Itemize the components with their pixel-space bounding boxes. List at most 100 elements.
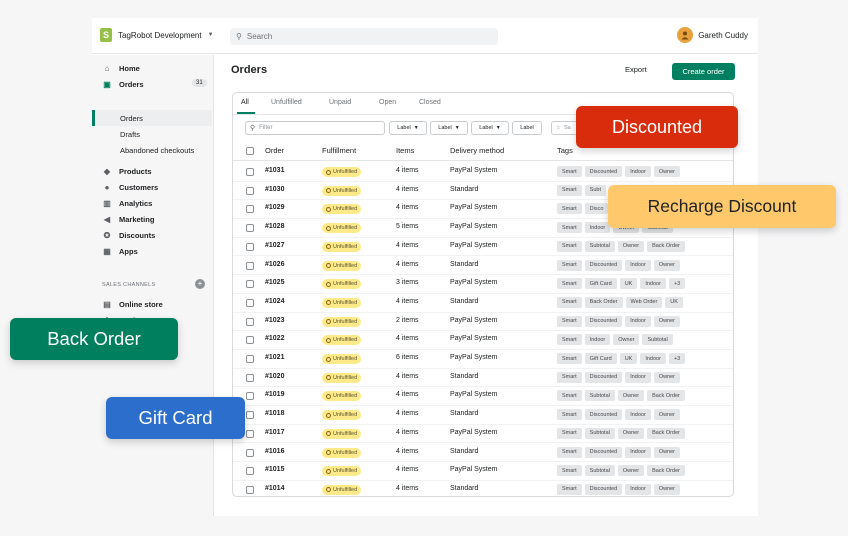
tag-chip[interactable]: Owner — [653, 315, 681, 327]
tag-chip[interactable]: Smart — [557, 315, 582, 327]
store-switcher[interactable]: S TagRobot Development ▼ — [100, 28, 214, 42]
tag-chip[interactable]: +3 — [668, 278, 686, 290]
table-row[interactable]: #1031 Unfulfilled 4 items PayPal System Smar… — [233, 163, 733, 182]
user-menu[interactable]: Gareth Cuddy — [677, 27, 748, 43]
tag-chip[interactable]: Owner — [653, 483, 681, 495]
tag-chip[interactable]: Indoor — [640, 353, 666, 364]
order-number[interactable]: #1031 — [265, 167, 284, 174]
order-number[interactable]: #1020 — [265, 373, 284, 380]
order-number[interactable]: #1014 — [265, 485, 284, 492]
tag-chip[interactable]: Smart — [557, 446, 582, 458]
tag-chip[interactable]: Smart — [557, 240, 582, 252]
row-checkbox[interactable] — [246, 336, 254, 345]
table-row[interactable]: #1020 Unfulfilled 4 items Standard Smart Disc… — [233, 369, 733, 388]
order-number[interactable]: #1024 — [265, 298, 284, 305]
order-number[interactable]: #1027 — [265, 242, 284, 249]
sidebar-item-discounts[interactable]: ✪ Discounts — [102, 228, 156, 242]
order-number[interactable]: #1018 — [265, 410, 284, 417]
order-number[interactable]: #1028 — [265, 223, 284, 230]
order-number[interactable]: #1030 — [265, 186, 284, 193]
tag-chip[interactable]: Subtotal — [584, 240, 615, 252]
table-row[interactable]: #1025 Unfulfilled 3 items PayPal System Smar… — [233, 275, 733, 294]
tag-chip[interactable]: Smart — [557, 334, 582, 346]
tag-chip[interactable]: Web Order — [625, 296, 663, 308]
tag-chip[interactable]: Smart — [557, 371, 582, 383]
table-row[interactable]: #1015 Unfulfilled 4 items PayPal System Smar… — [233, 462, 733, 481]
tag-chip[interactable]: Smart — [557, 390, 582, 402]
tag-chip[interactable]: Owner — [617, 465, 645, 477]
tag-chip[interactable]: Indoor — [625, 166, 651, 177]
tab-unfulfilled[interactable]: Unfulfilled — [271, 99, 302, 106]
tag-chip[interactable]: Smart — [557, 409, 582, 421]
table-row[interactable]: #1027 Unfulfilled 4 items PayPal System Smar… — [233, 238, 733, 257]
tag-chip[interactable]: Owner — [653, 166, 681, 177]
row-checkbox[interactable] — [246, 298, 254, 307]
row-checkbox[interactable] — [246, 280, 254, 289]
tag-chip[interactable]: Indoor — [584, 334, 611, 346]
tag-chip[interactable]: Owner — [653, 371, 681, 383]
tag-chip[interactable]: Back Order — [584, 296, 623, 308]
order-number[interactable]: #1026 — [265, 261, 284, 268]
col-order[interactable]: Order — [265, 146, 284, 155]
tag-chip[interactable]: UK — [619, 353, 638, 364]
search-input[interactable]: ⚲ Search — [230, 28, 498, 45]
tag-chip[interactable]: Smart — [557, 203, 582, 215]
table-row[interactable]: #1024 Unfulfilled 4 items Standard Smart Back… — [233, 294, 733, 313]
export-button[interactable]: Export — [625, 65, 647, 74]
row-checkbox[interactable] — [246, 224, 254, 233]
table-row[interactable]: #1023 Unfulfilled 2 items PayPal System Smar… — [233, 313, 733, 332]
row-checkbox[interactable] — [246, 186, 254, 195]
tag-chip[interactable]: Discounted — [584, 409, 623, 421]
tag-chip[interactable]: Indoor — [640, 278, 666, 290]
row-checkbox[interactable] — [246, 242, 254, 251]
sidebar-item-online-store[interactable]: ▤ Online store — [102, 297, 163, 311]
table-row[interactable]: #1014 Unfulfilled 4 items Standard Smart Disc… — [233, 481, 733, 496]
tag-chip[interactable]: Discounted — [584, 483, 623, 495]
tag-chip[interactable]: Owner — [617, 427, 645, 439]
tag-chip[interactable]: Back Order — [647, 390, 685, 402]
table-row[interactable]: #1026 Unfulfilled 4 items Standard Smart Disc… — [233, 257, 733, 276]
sidebar-item-products[interactable]: ◆ Products — [102, 164, 152, 178]
tab-all[interactable]: All — [241, 99, 249, 106]
add-channel-icon[interactable]: + — [195, 279, 205, 289]
col-delivery[interactable]: Delivery method — [450, 146, 504, 155]
sidebar-subitem-orders[interactable]: Orders — [120, 111, 143, 125]
tag-chip[interactable]: Owner — [617, 240, 645, 252]
tag-chip[interactable]: Owner — [653, 409, 681, 421]
sidebar-item-apps[interactable]: ▦ Apps — [102, 244, 138, 258]
label-filter-3[interactable]: Label ▼ — [471, 121, 509, 135]
tag-chip[interactable]: UK — [665, 296, 683, 308]
row-checkbox[interactable] — [246, 485, 254, 494]
tag-chip[interactable]: Owner — [653, 259, 681, 271]
tag-chip[interactable]: Back Order — [647, 240, 685, 252]
row-checkbox[interactable] — [246, 429, 254, 438]
order-number[interactable]: #1025 — [265, 279, 284, 286]
label-filter-4[interactable]: Label — [512, 121, 542, 135]
col-fulfillment[interactable]: Fulfillment — [322, 146, 356, 155]
table-row[interactable]: #1016 Unfulfilled 4 items Standard Smart Disc… — [233, 444, 733, 463]
tag-chip[interactable]: Indoor — [584, 222, 611, 234]
row-checkbox[interactable] — [246, 168, 254, 176]
tag-chip[interactable]: Smart — [557, 278, 582, 290]
select-all-checkbox[interactable] — [246, 147, 254, 155]
tag-chip[interactable]: Smart — [557, 427, 582, 439]
order-number[interactable]: #1029 — [265, 204, 284, 211]
tag-chip[interactable]: Indoor — [625, 446, 651, 458]
tag-chip[interactable]: Indoor — [625, 315, 651, 327]
sidebar-item-customers[interactable]: ● Customers — [102, 180, 159, 194]
sidebar-item-home[interactable]: ⌂ Home — [102, 61, 140, 75]
tag-chip[interactable]: Gift Card — [584, 278, 617, 290]
tag-chip[interactable]: Smart — [557, 184, 582, 196]
order-number[interactable]: #1015 — [265, 466, 284, 473]
create-order-button[interactable]: Create order — [672, 63, 735, 80]
tag-chip[interactable]: Indoor — [625, 409, 651, 421]
tag-chip[interactable]: Discounted — [584, 446, 623, 458]
sidebar-item-orders[interactable]: ▣ Orders — [102, 77, 143, 91]
sidebar-item-analytics[interactable]: ▥ Analytics — [102, 196, 152, 210]
tag-chip[interactable]: Subtotal — [584, 465, 615, 477]
col-items[interactable]: Items — [396, 146, 414, 155]
table-row[interactable]: #1019 Unfulfilled 4 items PayPal System Smar… — [233, 387, 733, 407]
row-checkbox[interactable] — [246, 448, 254, 457]
row-checkbox[interactable] — [246, 261, 254, 270]
tag-chip[interactable]: Indoor — [625, 371, 651, 383]
